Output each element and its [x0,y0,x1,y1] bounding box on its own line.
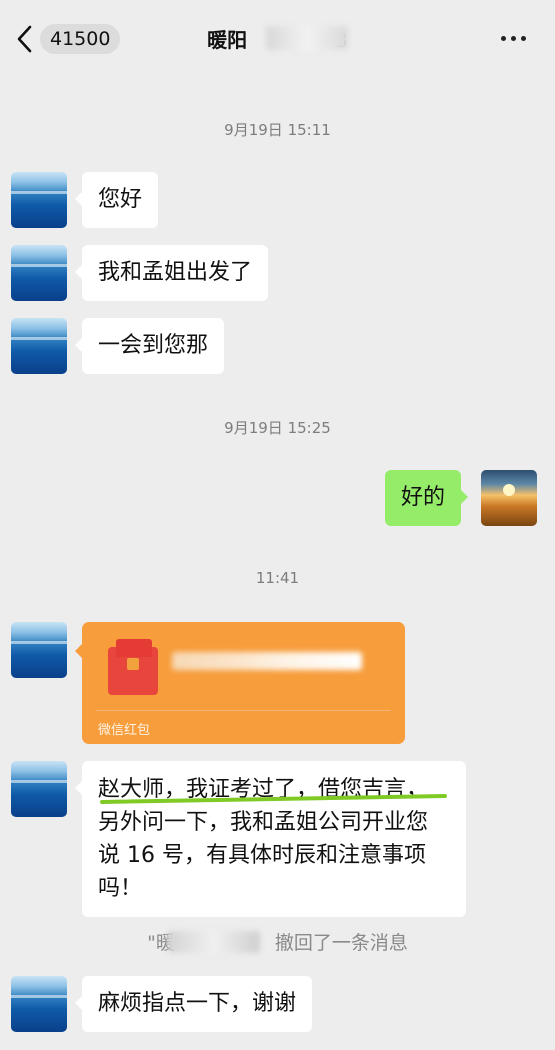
timestamp: 9月19日 15:11 [224,121,331,139]
contact-avatar[interactable] [11,622,67,678]
redacted-name-blur [266,26,348,50]
message-bubble[interactable]: 我和孟姐出发了 [74,245,269,301]
chat-header: 41500 暖阳3 [0,0,555,78]
contact-avatar[interactable] [11,172,67,228]
contact-name: 暖阳 [207,28,248,52]
message-line: 另外问一下，我和孟姐公司开业您 [98,810,429,835]
message-line: 吗！ [98,876,143,901]
timestamp: 11:41 [255,569,300,587]
my-avatar[interactable] [481,470,537,526]
more-dot-icon [521,36,526,41]
redacted-name-blur [168,931,260,953]
message-bubble[interactable]: 麻烦指点一下，谢谢 [74,976,313,1032]
timestamp: 9月19日 15:25 [224,419,331,437]
red-packet-card[interactable]: 微信红包 [75,622,405,744]
divider [96,710,391,711]
more-options-button[interactable] [496,25,532,51]
contact-avatar[interactable] [11,318,67,374]
my-message-bubble[interactable]: 好的 [385,470,469,526]
more-dot-icon [511,36,516,41]
more-dot-icon [501,36,506,41]
sun-icon [503,484,515,496]
contact-avatar[interactable] [11,976,67,1032]
message-line: 说 16 号，有具体时辰和注意事项 [98,843,426,868]
red-packet-greeting-blurred [172,652,362,670]
recall-notice: "暖 撤回了一条消息 [147,932,408,954]
red-packet-label: 微信红包 [98,723,151,738]
message-bubble[interactable]: 您好 [74,172,159,228]
contact-avatar[interactable] [11,245,67,301]
message-bubble[interactable]: 赵大师，我证考过了，借您吉言， 另外问一下，我和孟姐公司开业您 说 16 号，有… [75,761,466,917]
message-bubble[interactable]: 一会到您那 [74,318,225,374]
contact-avatar[interactable] [11,761,67,817]
red-packet-icon [108,639,158,695]
